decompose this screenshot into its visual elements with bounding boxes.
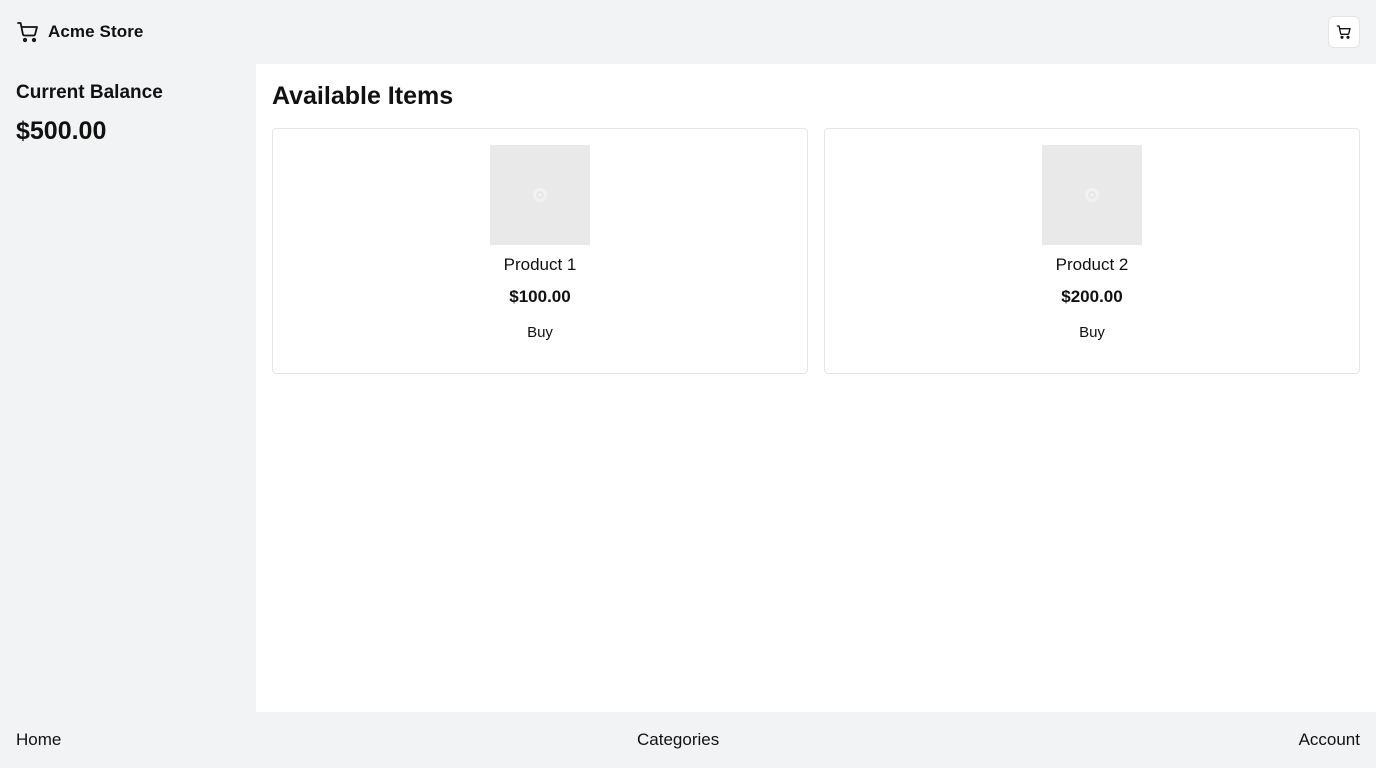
balance-value: $500.00	[16, 117, 107, 145]
product-name: Product 1	[503, 255, 577, 274]
page-title: Available Items	[272, 82, 454, 110]
shopping-cart-icon	[16, 20, 40, 44]
buy-button[interactable]: Buy	[515, 317, 565, 349]
balance-label: Current Balance	[16, 82, 163, 103]
app-root: Acme Store Current Balance $500.00 Avail…	[0, 0, 1376, 768]
shopping-cart-icon	[1336, 24, 1352, 40]
image-placeholder-icon	[490, 145, 590, 245]
product-name: Product 2	[1055, 255, 1129, 274]
nav-account-link[interactable]: Account	[1299, 730, 1360, 750]
image-placeholder-icon	[1042, 145, 1142, 245]
buy-button[interactable]: Buy	[1067, 317, 1117, 349]
bottom-nav: Home Categories Account	[0, 712, 1376, 768]
product-price: $200.00	[1061, 287, 1123, 306]
product-grid: Product 1 $100.00 Buy Product 2 $200.00 …	[272, 128, 1360, 374]
nav-home-link[interactable]: Home	[16, 730, 61, 750]
product-price: $100.00	[509, 287, 571, 306]
top-header: Acme Store	[0, 0, 1376, 64]
sidebar: Current Balance $500.00	[0, 64, 256, 712]
cart-button[interactable]	[1328, 16, 1360, 48]
product-card: Product 1 $100.00 Buy	[272, 128, 808, 374]
product-card: Product 2 $200.00 Buy	[824, 128, 1360, 374]
brand-name: Acme Store	[48, 22, 144, 41]
main-content: Available Items Product 1 $100.00 Buy Pr…	[256, 64, 1376, 712]
brand[interactable]: Acme Store	[16, 20, 143, 44]
nav-categories-link[interactable]: Categories	[637, 730, 719, 750]
